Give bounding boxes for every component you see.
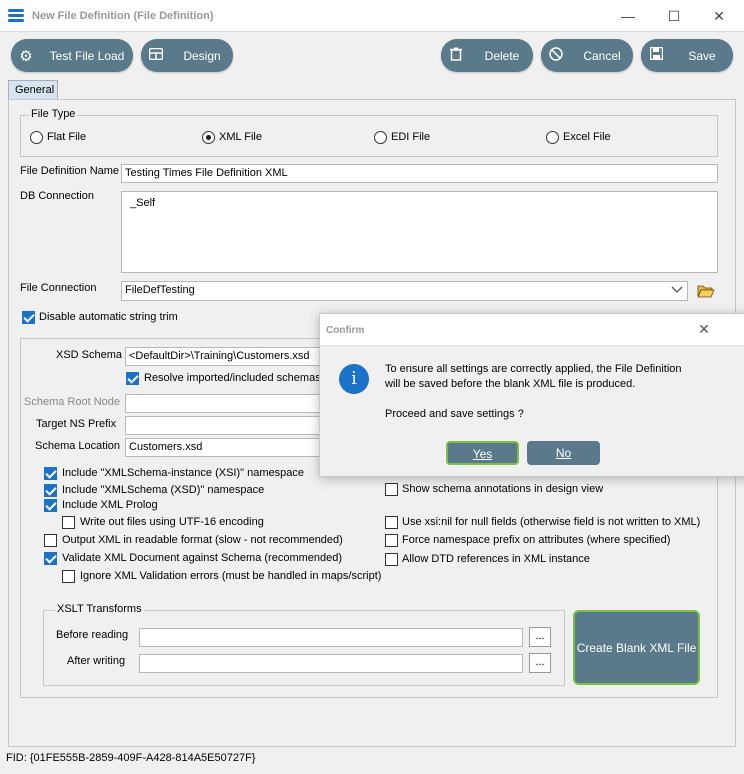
ignore-validation-label: Ignore XML Validation errors (must be ha…	[80, 570, 382, 582]
xsd-schema-input[interactable]: <DefaultDir>\Training\Customers.xsd	[125, 347, 325, 366]
schema-location-input[interactable]: Customers.xsd	[125, 438, 325, 457]
chevron-down-icon[interactable]	[668, 283, 686, 299]
file-def-name-input[interactable]: Testing Times File Definition XML	[121, 164, 718, 183]
title-bar: New File Definition (File Definition) — …	[0, 0, 744, 32]
radio-xml-file[interactable]	[202, 131, 215, 144]
ignore-validation-checkbox[interactable]	[62, 570, 75, 583]
dialog-title: Confirm	[326, 325, 365, 336]
file-connection-select[interactable]: FileDefTesting	[121, 281, 688, 301]
show-annotations-checkbox[interactable]	[385, 483, 398, 496]
before-reading-browse-button[interactable]: ...	[529, 627, 551, 647]
trash-icon	[441, 47, 471, 65]
file-def-name-label: File Definition Name	[20, 165, 120, 177]
allow-dtd-label: Allow DTD references in XML instance	[402, 553, 590, 565]
force-ns-prefix-checkbox[interactable]	[385, 534, 398, 547]
file-connection-label: File Connection	[20, 282, 97, 294]
minimize-button[interactable]: —	[618, 6, 638, 26]
maximize-button[interactable]: ☐	[664, 6, 684, 26]
resolve-imported-checkbox[interactable]	[126, 372, 139, 385]
gear-icon: ⚙	[19, 47, 33, 65]
radio-flat-file-label: Flat File	[47, 131, 87, 143]
status-fid: FID: {01FE555B-2859-409F-A428-814A5E5072…	[6, 752, 256, 764]
include-prolog-checkbox[interactable]	[44, 499, 57, 512]
yes-button[interactable]: Yes	[446, 441, 519, 465]
xsd-schema-label: XSD Schema	[56, 349, 123, 361]
dialog-question: Proceed and save settings ?	[385, 408, 524, 420]
disable-trim-label: Disable automatic string trim	[39, 311, 178, 323]
show-annotations-label: Show schema annotations in design view	[402, 483, 604, 495]
disable-trim-checkbox[interactable]	[22, 311, 35, 324]
schema-location-label: Schema Location	[35, 440, 120, 452]
app-icon	[8, 8, 24, 22]
after-writing-label: After writing	[67, 655, 126, 667]
window-title: New File Definition (File Definition)	[32, 10, 214, 22]
readable-format-label: Output XML in readable format (slow - no…	[62, 534, 343, 546]
design-button[interactable]: Design	[141, 39, 233, 72]
db-connection-label: DB Connection	[20, 190, 94, 202]
allow-dtd-checkbox[interactable]	[385, 553, 398, 566]
radio-xml-file-label: XML File	[219, 131, 262, 143]
xslt-title: XSLT Transforms	[55, 603, 144, 615]
table-icon	[141, 47, 171, 64]
radio-edi-file-label: EDI File	[391, 131, 431, 143]
prohibited-icon	[541, 46, 571, 65]
db-connection-textarea[interactable]: _Self	[121, 191, 718, 273]
resolve-imported-label: Resolve imported/included schemas (	[144, 372, 328, 384]
force-ns-prefix-label: Force namespace prefix on attributes (wh…	[402, 534, 671, 546]
dialog-message-line1: To ensure all settings are correctly app…	[385, 363, 682, 375]
validate-xml-label: Validate XML Document against Schema (re…	[62, 552, 343, 564]
xsi-nil-label: Use xsi:nil for null fields (otherwise f…	[402, 516, 701, 528]
radio-excel-file[interactable]	[546, 131, 559, 144]
save-button[interactable]: Save	[641, 39, 733, 72]
after-writing-browse-button[interactable]: ...	[529, 653, 551, 673]
include-xsi-label: Include "XMLSchema-instance (XSI)" names…	[62, 467, 304, 479]
tab-general[interactable]: General	[8, 80, 58, 99]
include-xsi-checkbox[interactable]	[44, 467, 57, 480]
dialog-message-line2: will be saved before the blank XML file …	[385, 378, 636, 390]
info-icon: i	[339, 364, 369, 394]
folder-open-icon[interactable]	[697, 283, 715, 299]
cancel-button[interactable]: Cancel	[541, 39, 633, 72]
test-file-load-button[interactable]: ⚙ Test File Load	[11, 39, 133, 72]
schema-root-node-input[interactable]	[125, 394, 325, 413]
target-ns-prefix-label: Target NS Prefix	[36, 418, 117, 430]
include-xsd-checkbox[interactable]	[44, 484, 57, 497]
schema-root-node-label: Schema Root Node	[24, 396, 120, 408]
include-prolog-label: Include XML Prolog	[62, 499, 158, 511]
utf16-checkbox[interactable]	[62, 516, 75, 529]
readable-format-checkbox[interactable]	[44, 534, 57, 547]
include-xsd-label: Include "XMLSchema (XSD)" namespace	[62, 484, 265, 496]
file-type-title: File Type	[29, 108, 78, 120]
floppy-icon	[641, 46, 671, 64]
radio-flat-file[interactable]	[30, 131, 43, 144]
no-button[interactable]: No	[527, 441, 600, 465]
confirm-dialog: Confirm ✕ i To ensure all settings are c…	[319, 313, 744, 477]
dialog-close-button[interactable]: ✕	[694, 321, 714, 339]
xslt-group	[43, 610, 565, 686]
validate-xml-checkbox[interactable]	[44, 552, 57, 565]
before-reading-label: Before reading	[56, 629, 129, 641]
file-type-group	[20, 115, 718, 157]
close-button[interactable]: ✕	[709, 6, 729, 26]
xsi-nil-checkbox[interactable]	[385, 516, 398, 529]
utf16-label: Write out files using UTF-16 encoding	[80, 516, 264, 528]
radio-edi-file[interactable]	[374, 131, 387, 144]
dialog-title-bar: Confirm ✕	[320, 314, 744, 346]
radio-excel-file-label: Excel File	[563, 131, 611, 143]
before-reading-input[interactable]	[139, 628, 523, 647]
after-writing-input[interactable]	[139, 654, 523, 673]
create-blank-xml-button[interactable]: Create Blank XML File	[573, 610, 700, 685]
delete-button[interactable]: Delete	[441, 39, 533, 72]
target-ns-prefix-input[interactable]	[125, 416, 325, 435]
